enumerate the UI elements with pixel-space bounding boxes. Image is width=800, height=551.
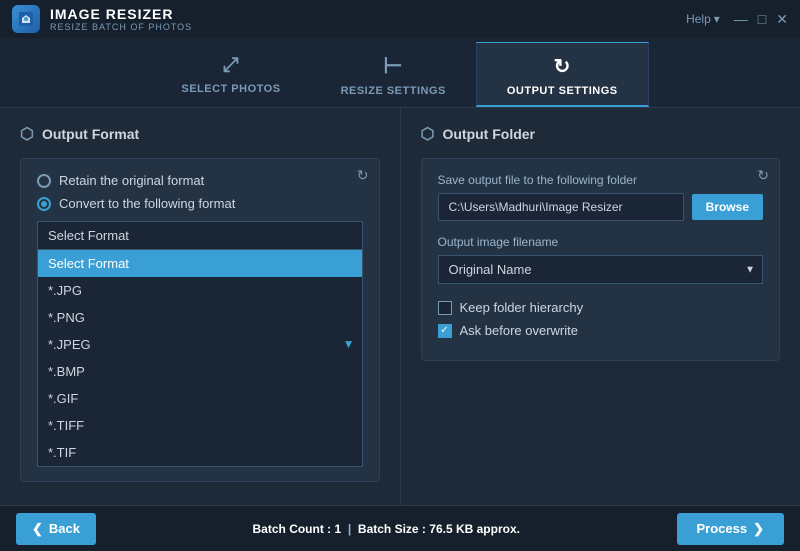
batch-count-value: 1	[335, 522, 342, 536]
tabs-bar: ⤢ SELECT PHOTOS ⊢ RESIZE SETTINGS ↻ OUTP…	[0, 38, 800, 108]
tab-resize-settings-label: RESIZE SETTINGS	[341, 85, 446, 97]
process-button[interactable]: Process ❯	[677, 513, 785, 545]
folder-path-input[interactable]	[438, 193, 684, 221]
maximize-button[interactable]: □	[758, 12, 766, 26]
browse-button[interactable]: Browse	[692, 194, 763, 220]
ask-overwrite-option[interactable]: ✓ Ask before overwrite	[438, 323, 764, 338]
output-folder-panel: ⬡ Output Folder ↻ Save output file to th…	[401, 108, 800, 505]
convert-format-option[interactable]: Convert to the following format	[37, 196, 363, 211]
format-refresh-button[interactable]: ↻	[357, 167, 369, 184]
minimize-button[interactable]: —	[734, 12, 748, 26]
tab-select-photos[interactable]: ⤢ SELECT PHOTOS	[151, 42, 310, 107]
retain-format-label: Retain the original format	[59, 173, 204, 188]
format-option-tif[interactable]: *.TIF	[38, 439, 362, 466]
tab-output-settings-icon: ↻	[554, 54, 571, 79]
back-button[interactable]: ❮ Back	[16, 513, 96, 545]
ask-overwrite-check-icon: ✓	[440, 326, 448, 336]
batch-size-value: 76.5 KB approx.	[429, 522, 520, 536]
filename-label: Output image filename	[438, 235, 764, 249]
tab-resize-settings-icon: ⊢	[383, 53, 403, 79]
format-option-jpeg[interactable]: *.JPEG	[38, 331, 362, 358]
process-arrow-icon: ❯	[753, 521, 764, 537]
output-format-box: ↻ Retain the original format Convert to …	[20, 158, 380, 482]
filename-dropdown[interactable]: Original Name	[438, 255, 764, 284]
title-bar-right: Help ▾ — □ ✕	[686, 12, 788, 26]
ask-overwrite-label: Ask before overwrite	[460, 323, 579, 338]
output-folder-header: ⬡ Output Folder	[421, 124, 781, 144]
help-button[interactable]: Help ▾	[686, 12, 720, 26]
format-option-png[interactable]: *.PNG	[38, 304, 362, 331]
retain-format-option[interactable]: Retain the original format	[37, 173, 363, 188]
keep-hierarchy-option[interactable]: Keep folder hierarchy	[438, 300, 764, 315]
tab-output-settings-label: OUTPUT SETTINGS	[507, 85, 618, 97]
process-label: Process	[697, 521, 748, 536]
app-subtitle: RESIZE BATCH OF PHOTOS	[50, 22, 192, 32]
main-content: ⬡ Output Format ↻ Retain the original fo…	[0, 108, 800, 505]
output-format-icon: ⬡	[20, 124, 34, 144]
batch-count-label: Batch Count :	[253, 522, 332, 536]
close-button[interactable]: ✕	[776, 12, 788, 26]
save-folder-label: Save output file to the following folder	[438, 173, 764, 187]
format-option-select[interactable]: Select Format	[38, 250, 362, 277]
output-folder-icon: ⬡	[421, 124, 435, 144]
convert-format-label: Convert to the following format	[59, 196, 235, 211]
folder-refresh-button[interactable]: ↻	[757, 167, 769, 184]
bottom-bar: ❮ Back Batch Count : 1 | Batch Size : 76…	[0, 505, 800, 551]
format-dropdown-selected: Select Format	[48, 228, 129, 243]
retain-format-radio[interactable]	[37, 174, 51, 188]
app-icon	[12, 5, 40, 33]
batch-info: Batch Count : 1 | Batch Size : 76.5 KB a…	[253, 522, 520, 536]
format-option-tiff[interactable]: *.TIFF	[38, 412, 362, 439]
folder-path-row: Browse	[438, 193, 764, 221]
output-folder-box: ↻ Save output file to the following fold…	[421, 158, 781, 361]
window-controls: — □ ✕	[734, 12, 788, 26]
tab-select-photos-icon: ⤢	[223, 54, 240, 77]
tab-resize-settings[interactable]: ⊢ RESIZE SETTINGS	[311, 42, 476, 107]
format-dropdown-list: Select Format *.JPG *.PNG *.JPEG *.BMP *…	[37, 250, 363, 467]
app-title: IMAGE RESIZER	[50, 6, 192, 22]
output-format-panel: ⬡ Output Format ↻ Retain the original fo…	[0, 108, 401, 505]
keep-hierarchy-checkbox[interactable]	[438, 301, 452, 315]
output-folder-title: Output Folder	[442, 126, 535, 142]
output-format-header: ⬡ Output Format	[20, 124, 380, 144]
batch-size-label: Batch Size :	[358, 522, 426, 536]
back-label: Back	[49, 521, 80, 536]
output-format-title: Output Format	[42, 126, 139, 142]
filename-selected: Original Name	[449, 262, 532, 277]
filename-dropdown-wrapper: Original Name ▼	[438, 255, 764, 284]
back-arrow-icon: ❮	[32, 521, 43, 537]
title-bar-left: IMAGE RESIZER RESIZE BATCH OF PHOTOS	[12, 5, 192, 33]
format-dropdown[interactable]: Select Format	[37, 221, 363, 250]
format-option-gif[interactable]: *.GIF	[38, 385, 362, 412]
ask-overwrite-checkbox[interactable]: ✓	[438, 324, 452, 338]
format-option-bmp[interactable]: *.BMP	[38, 358, 362, 385]
tab-output-settings[interactable]: ↻ OUTPUT SETTINGS	[476, 42, 649, 107]
format-dropdown-container: Select Format ▼ Select Format *.JPG *.PN…	[37, 221, 363, 467]
format-option-jpg[interactable]: *.JPG	[38, 277, 362, 304]
title-bar: IMAGE RESIZER RESIZE BATCH OF PHOTOS Hel…	[0, 0, 800, 38]
title-text: IMAGE RESIZER RESIZE BATCH OF PHOTOS	[50, 6, 192, 32]
convert-format-radio[interactable]	[37, 197, 51, 211]
tab-select-photos-label: SELECT PHOTOS	[181, 83, 280, 95]
keep-hierarchy-label: Keep folder hierarchy	[460, 300, 584, 315]
